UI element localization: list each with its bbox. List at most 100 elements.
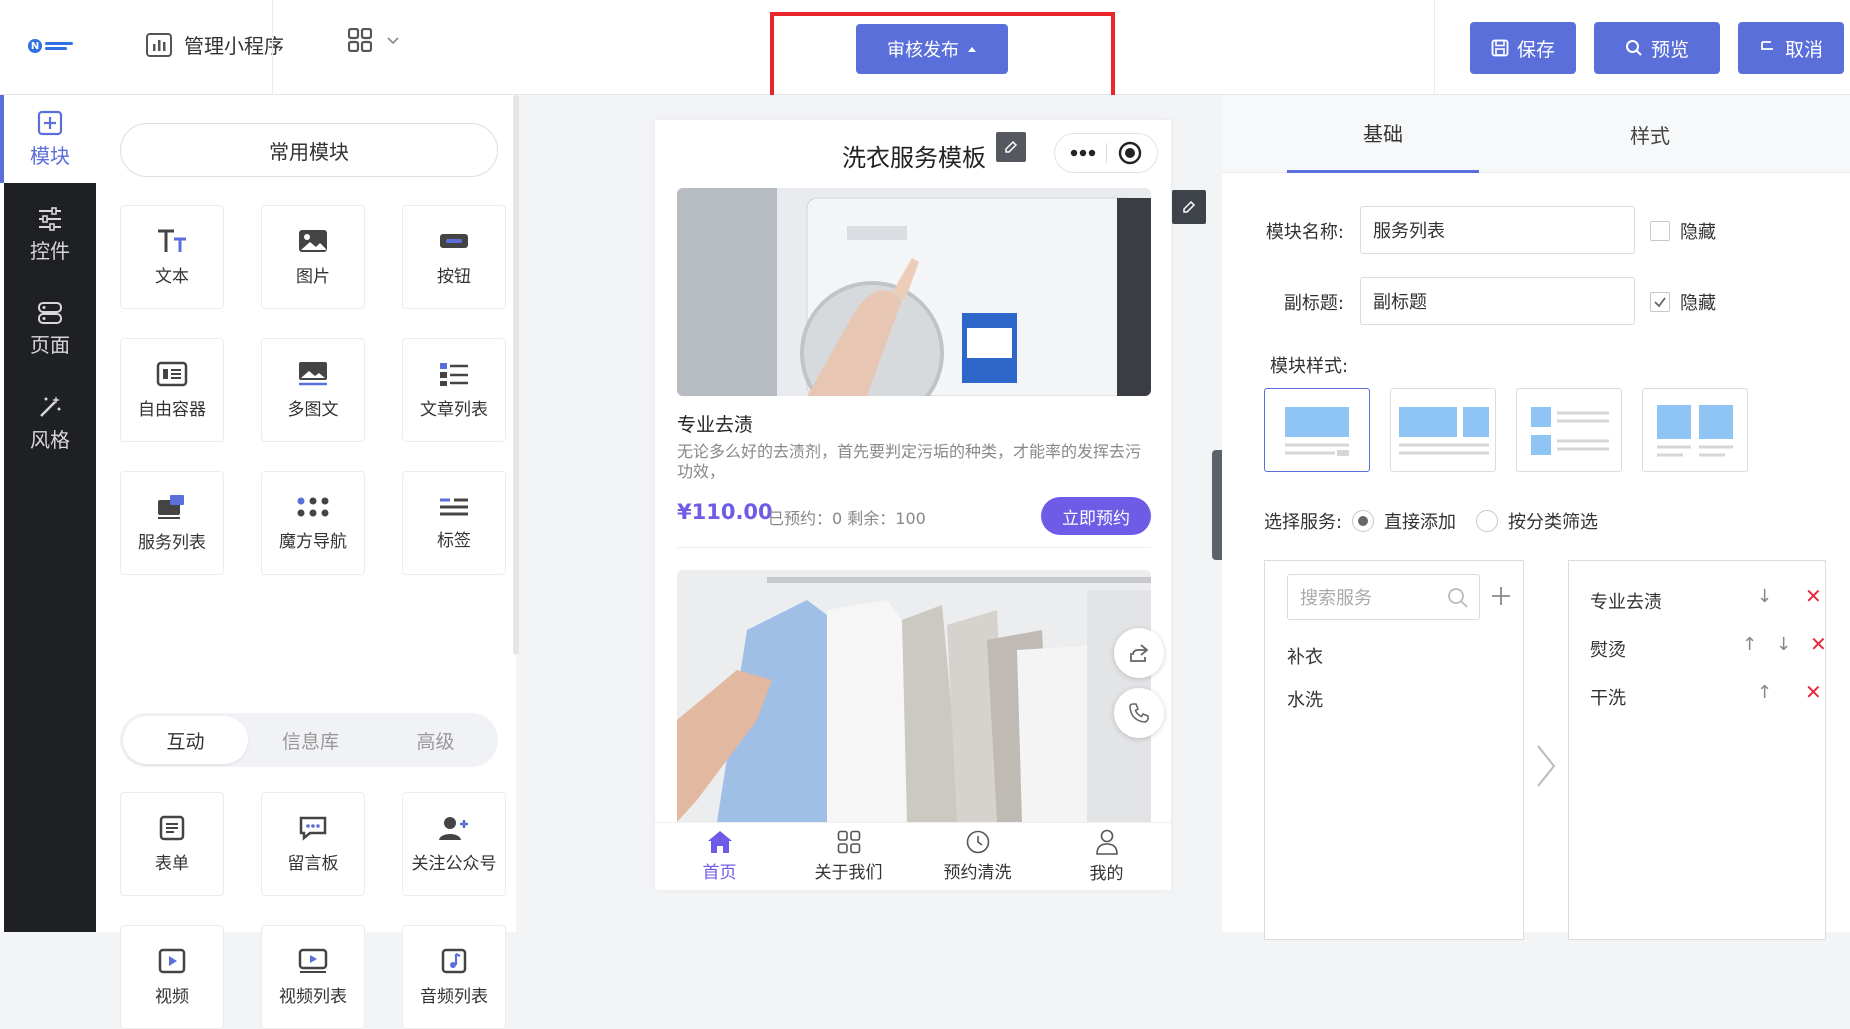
available-service-item[interactable]: 补衣 (1287, 643, 1323, 669)
style-option-1[interactable] (1264, 388, 1370, 472)
collapse-handle[interactable] (1212, 450, 1222, 560)
module-name-label: 模块名称: (1265, 222, 1344, 243)
module-text[interactable]: 文本 (120, 205, 224, 309)
module-cube-nav[interactable]: 魔方导航 (261, 471, 365, 575)
style-option-4[interactable] (1642, 388, 1748, 472)
remove-icon[interactable]: ✕ (1810, 632, 1827, 656)
module-label: 留言板 (287, 853, 339, 874)
preview-label: 预览 (1650, 38, 1689, 61)
service-description: 无论多么好的去渍剂，首先要判定污垢的种类，才能率的发挥去污功效， (677, 442, 1142, 481)
module-form[interactable]: 表单 (120, 792, 224, 896)
available-service-item[interactable]: 水洗 (1287, 686, 1323, 712)
arrow-down-icon[interactable]: ↓ (1776, 634, 1791, 655)
hide-subtitle-checkbox[interactable]: 隐藏 (1650, 289, 1716, 315)
module-name-input[interactable]: 服务列表 (1360, 206, 1635, 254)
module-free-container[interactable]: 自由容器 (120, 338, 224, 442)
remove-icon[interactable]: ✕ (1805, 584, 1822, 608)
panel-scrollbar[interactable] (513, 95, 519, 655)
tab-home[interactable]: 首页 (655, 823, 784, 890)
module-service-list[interactable]: 服务列表 (120, 471, 224, 575)
tab-basic[interactable]: 基础 (1287, 95, 1479, 173)
settings-tabs: 基础 样式 (1222, 95, 1850, 173)
image-icon (299, 229, 327, 252)
save-button[interactable]: 保存 (1470, 22, 1576, 74)
chat-icon (299, 816, 327, 841)
pencil-icon (1183, 200, 1196, 213)
tab-about-us[interactable]: 关于我们 (784, 823, 913, 890)
nav-item-style[interactable]: 风格 (4, 379, 96, 467)
share-button[interactable] (1114, 628, 1164, 678)
nav-item-pages[interactable]: 页面 (4, 285, 96, 373)
caret-up-icon (968, 47, 976, 52)
edit-title-button[interactable] (996, 132, 1026, 162)
module-follow-account[interactable]: 关注公众号 (402, 792, 506, 896)
subtitle-input[interactable]: 副标题 (1360, 277, 1635, 325)
module-message-board[interactable]: 留言板 (261, 792, 365, 896)
tab-info-library[interactable]: 信息库 (248, 727, 373, 754)
module-multi-article[interactable]: 多图文 (261, 338, 365, 442)
subtitle-label: 副标题: (1283, 293, 1344, 314)
module-video-list[interactable]: 视频列表 (261, 925, 365, 1029)
app-switcher-dropdown[interactable] (348, 28, 400, 52)
call-button[interactable] (1114, 688, 1164, 738)
arrow-up-icon[interactable]: ↑ (1742, 634, 1757, 655)
module-label: 服务列表 (138, 532, 206, 553)
tab-interactive[interactable]: 互动 (123, 716, 248, 764)
style-option-2[interactable] (1390, 388, 1496, 472)
module-button[interactable]: 按钮 (402, 205, 506, 309)
module-article-list[interactable]: 文章列表 (402, 338, 506, 442)
nav-label: 控件 (30, 238, 70, 263)
radio-dot (1476, 510, 1498, 532)
selected-service-item[interactable]: 干洗 (1590, 684, 1626, 710)
cancel-button[interactable]: 取消 (1738, 22, 1844, 74)
radio-filter-by-category[interactable]: 按分类筛选 (1476, 508, 1598, 534)
edit-module-button[interactable] (1172, 190, 1206, 224)
selected-services-list (1568, 560, 1826, 940)
book-now-button[interactable]: 立即预约 (1041, 497, 1151, 535)
tab-label: 预约清洗 (943, 863, 1012, 883)
remove-icon[interactable]: ✕ (1805, 680, 1822, 704)
module-label: 文本 (155, 266, 189, 287)
dots-grid-icon (297, 497, 329, 516)
module-image[interactable]: 图片 (261, 205, 365, 309)
publish-button[interactable]: 审核发布 (856, 24, 1008, 74)
module-label: 文章列表 (420, 399, 488, 420)
add-icon[interactable] (1490, 585, 1512, 607)
text-icon (158, 229, 186, 252)
selected-service-item[interactable]: 专业去渍 (1590, 588, 1662, 614)
module-label: 表单 (155, 853, 189, 874)
module-tag[interactable]: 标签 (402, 471, 506, 575)
sliders-icon (39, 206, 61, 231)
capsule-divider (1106, 143, 1108, 163)
tab-advanced[interactable]: 高级 (373, 727, 498, 754)
phone-tab-bar: 首页 关于我们 预约清洗 我的 (655, 822, 1171, 890)
grid-icon (837, 830, 860, 854)
service-price: ¥110.00 (677, 500, 773, 524)
save-icon (1491, 39, 1509, 57)
style-option-3[interactable] (1516, 388, 1622, 472)
preview-button[interactable]: 预览 (1594, 22, 1720, 74)
hide-name-checkbox[interactable]: 隐藏 (1650, 218, 1716, 244)
tab-style[interactable]: 样式 (1554, 95, 1746, 173)
chevron-right-icon[interactable] (1534, 742, 1558, 790)
search-services-input[interactable]: 搜索服务 (1287, 574, 1480, 620)
tab-mine[interactable]: 我的 (1042, 823, 1171, 890)
module-label: 音频列表 (420, 986, 488, 1007)
divider (272, 0, 273, 95)
nav-item-controls[interactable]: 控件 (4, 191, 96, 279)
pencil-icon (1005, 140, 1018, 153)
module-video[interactable]: 视频 (120, 925, 224, 1029)
arrow-up-icon[interactable]: ↑ (1757, 682, 1772, 703)
module-audio-list[interactable]: 音频列表 (402, 925, 506, 1029)
module-category-tabs: 互动 信息库 高级 (120, 713, 498, 767)
arrow-down-icon[interactable]: ↓ (1757, 586, 1772, 607)
tab-label: 首页 (702, 863, 737, 883)
selected-service-item[interactable]: 熨烫 (1590, 636, 1626, 662)
manage-miniprogram-link[interactable]: 管理小程序 (146, 30, 284, 59)
tab-book-cleaning[interactable]: 预约清洗 (913, 823, 1042, 890)
miniprogram-capsule[interactable] (1054, 133, 1158, 173)
radio-dot (1352, 510, 1374, 532)
nav-item-modules[interactable]: 模块 (0, 95, 96, 183)
module-label: 按钮 (437, 266, 471, 287)
radio-direct-add[interactable]: 直接添加 (1352, 508, 1456, 534)
